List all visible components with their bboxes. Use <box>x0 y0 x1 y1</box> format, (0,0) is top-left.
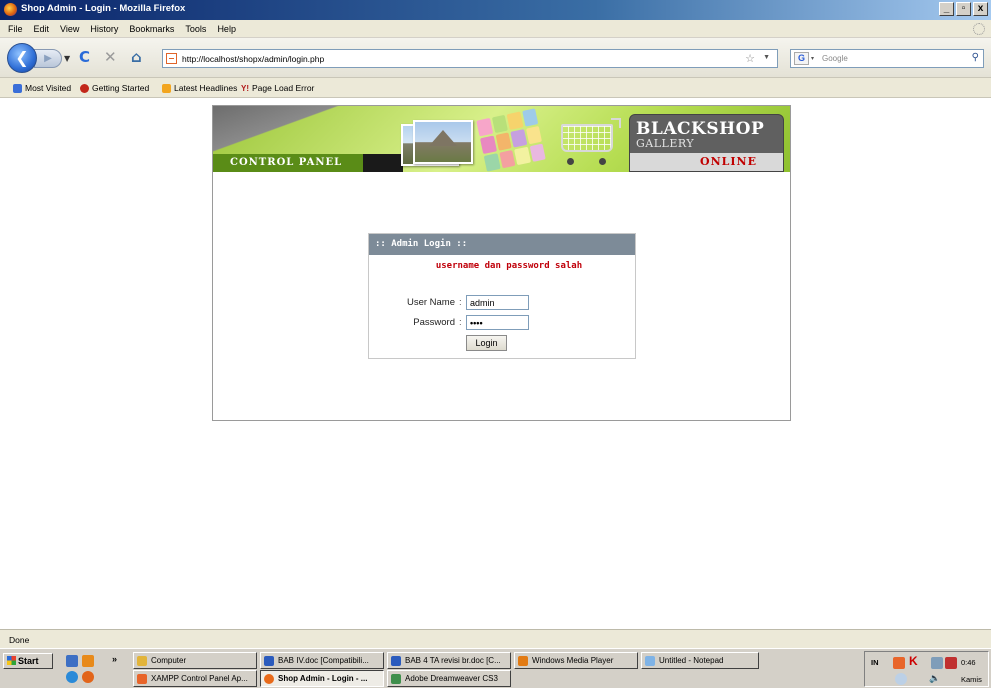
password-label: Password <box>413 317 455 328</box>
language-indicator[interactable]: IN <box>871 658 879 667</box>
windows-logo-icon <box>7 656 16 665</box>
bookmark-label: Latest Headlines <box>174 83 238 93</box>
shopping-cart-image <box>551 118 621 166</box>
search-icon[interactable]: ⚲ <box>972 52 979 63</box>
system-tray: IN K 0:46 🔈 Kamis <box>864 651 989 687</box>
restore-button[interactable]: ▫ <box>956 2 971 16</box>
url-text[interactable]: http://localhost/shopx/admin/login.php <box>182 54 324 64</box>
header-banner: CONTROL PANEL BLACKSHOP GALLERY ONLINE <box>213 106 790 172</box>
blackshop-logo: BLACKSHOP GALLERY ONLINE <box>629 114 784 172</box>
menu-file[interactable]: File <box>8 24 23 34</box>
taskbar-item-notepad[interactable]: Untitled - Notepad <box>641 652 759 669</box>
admin-panel: CONTROL PANEL BLACKSHOP GALLERY ONLINE:… <box>212 105 791 421</box>
throbber-icon <box>973 23 985 35</box>
quicklaunch-chevron-icon[interactable]: » <box>112 654 117 664</box>
control-panel-label: CONTROL PANEL <box>213 154 363 172</box>
menu-bar: File Edit View History Bookmarks Tools H… <box>0 20 991 38</box>
url-bar[interactable]: http://localhost/shopx/admin/login.php ☆… <box>162 49 778 68</box>
window-title-bar: Shop Admin - Login - Mozilla Firefox _ ▫… <box>0 0 991 20</box>
yahoo-icon: Y! <box>241 83 249 93</box>
bookmark-star-icon[interactable]: ☆ <box>745 52 755 65</box>
reload-icon[interactable]: C <box>79 50 90 65</box>
close-button[interactable]: x <box>973 2 988 16</box>
clock-day: Kamis <box>961 675 982 684</box>
username-label: User Name <box>406 297 455 308</box>
most-visited-icon <box>13 83 22 93</box>
firefox-quicklaunch-icon[interactable] <box>82 671 94 683</box>
url-dropdown-icon[interactable]: ▼ <box>763 54 770 61</box>
bookmark-label: Getting Started <box>92 83 150 93</box>
search-input[interactable]: Google <box>822 54 848 63</box>
taskbar-item-bab-4[interactable]: BAB 4 TA revisi br.doc [C... <box>387 652 511 669</box>
login-button[interactable]: Login <box>466 335 507 351</box>
bookmark-getting-started[interactable]: Getting Started <box>80 83 149 93</box>
username-input[interactable] <box>466 295 529 310</box>
menu-bookmarks[interactable]: Bookmarks <box>129 24 174 34</box>
network-tray-icon[interactable] <box>931 657 943 669</box>
window-title: Shop Admin - Login - Mozilla Firefox <box>21 3 186 14</box>
site-favicon-icon <box>166 53 177 64</box>
update-tray-icon[interactable] <box>895 673 907 685</box>
page-content: CONTROL PANEL BLACKSHOP GALLERY ONLINE:… <box>0 99 991 629</box>
search-bar[interactable]: G ▾ Google ⚲ <box>790 49 984 68</box>
status-bar: Done <box>0 629 991 648</box>
menu-edit[interactable]: Edit <box>34 24 50 34</box>
password-input[interactable] <box>466 315 529 330</box>
rss-icon <box>162 83 171 93</box>
word-doc-icon <box>264 656 274 666</box>
engine-dropdown-icon[interactable]: ▾ <box>811 55 814 62</box>
forward-button[interactable]: ▶ <box>34 49 62 68</box>
bookmark-most-visited[interactable]: Most Visited <box>13 83 71 93</box>
back-button[interactable]: ❮ <box>7 43 37 73</box>
bookmarks-toolbar: Most Visited Getting Started Latest Head… <box>0 78 991 98</box>
taskbar-item-bab-iv[interactable]: BAB IV.doc [Compatibili... <box>260 652 384 669</box>
antivirus-tray-icon[interactable]: K <box>909 654 918 668</box>
xampp-tray-icon[interactable] <box>893 657 905 669</box>
login-form: :: Admin Login :: username dan password … <box>368 233 636 359</box>
bookmark-page-load-error[interactable]: Y! Page Load Error <box>241 83 314 93</box>
notepad-icon <box>645 656 655 666</box>
firefox-icon <box>264 674 274 684</box>
start-button[interactable]: Start <box>3 653 53 669</box>
taskbar-item-shop-admin[interactable]: Shop Admin - Login - ... <box>260 670 384 687</box>
bookmark-latest-headlines[interactable]: Latest Headlines <box>162 83 237 93</box>
xampp-icon <box>137 674 147 684</box>
username-colon: : <box>459 297 462 308</box>
internet-explorer-icon[interactable] <box>66 671 78 683</box>
security-tray-icon[interactable] <box>945 657 957 669</box>
menu-tools[interactable]: Tools <box>185 24 206 34</box>
password-colon: : <box>459 317 462 328</box>
navigation-toolbar: ▶ ❮ ▼ C ✕ ⌂ http://localhost/shopx/admin… <box>0 38 991 78</box>
minimize-button[interactable]: _ <box>939 2 954 16</box>
taskbar-item-computer[interactable]: Computer <box>133 652 257 669</box>
bookmark-label: Page Load Error <box>252 83 315 93</box>
word-doc-icon <box>391 656 401 666</box>
status-text: Done <box>9 635 30 645</box>
menu-help[interactable]: Help <box>217 24 236 34</box>
taskbar: Start » Computer BAB IV.doc [Compatibili… <box>0 648 991 688</box>
taskbar-item-dreamweaver[interactable]: Adobe Dreamweaver CS3 <box>387 670 511 687</box>
menu-history[interactable]: History <box>90 24 118 34</box>
history-dropdown-icon[interactable]: ▼ <box>64 54 70 63</box>
show-desktop-icon[interactable] <box>66 655 78 667</box>
clock-time[interactable]: 0:46 <box>961 658 976 667</box>
computer-icon <box>137 656 147 666</box>
stop-icon[interactable]: ✕ <box>104 50 117 65</box>
media-player-icon <box>518 656 528 666</box>
taskbar-item-xampp[interactable]: XAMPP Control Panel Ap... <box>133 670 257 687</box>
login-header: :: Admin Login :: <box>369 234 635 255</box>
menu-view[interactable]: View <box>60 24 79 34</box>
dreamweaver-icon <box>391 674 401 684</box>
bookmark-label: Most Visited <box>25 83 72 93</box>
login-error-message: username dan password salah <box>435 261 583 271</box>
mountain-photo-image <box>413 120 473 164</box>
firefox-icon <box>4 3 17 16</box>
media-player-quicklaunch-icon[interactable] <box>82 655 94 667</box>
taskbar-item-media-player[interactable]: Windows Media Player <box>514 652 638 669</box>
search-engine-icon[interactable]: G <box>794 52 809 65</box>
home-icon[interactable]: ⌂ <box>131 50 142 65</box>
volume-tray-icon[interactable]: 🔈 <box>929 673 940 684</box>
getting-started-icon <box>80 83 89 93</box>
